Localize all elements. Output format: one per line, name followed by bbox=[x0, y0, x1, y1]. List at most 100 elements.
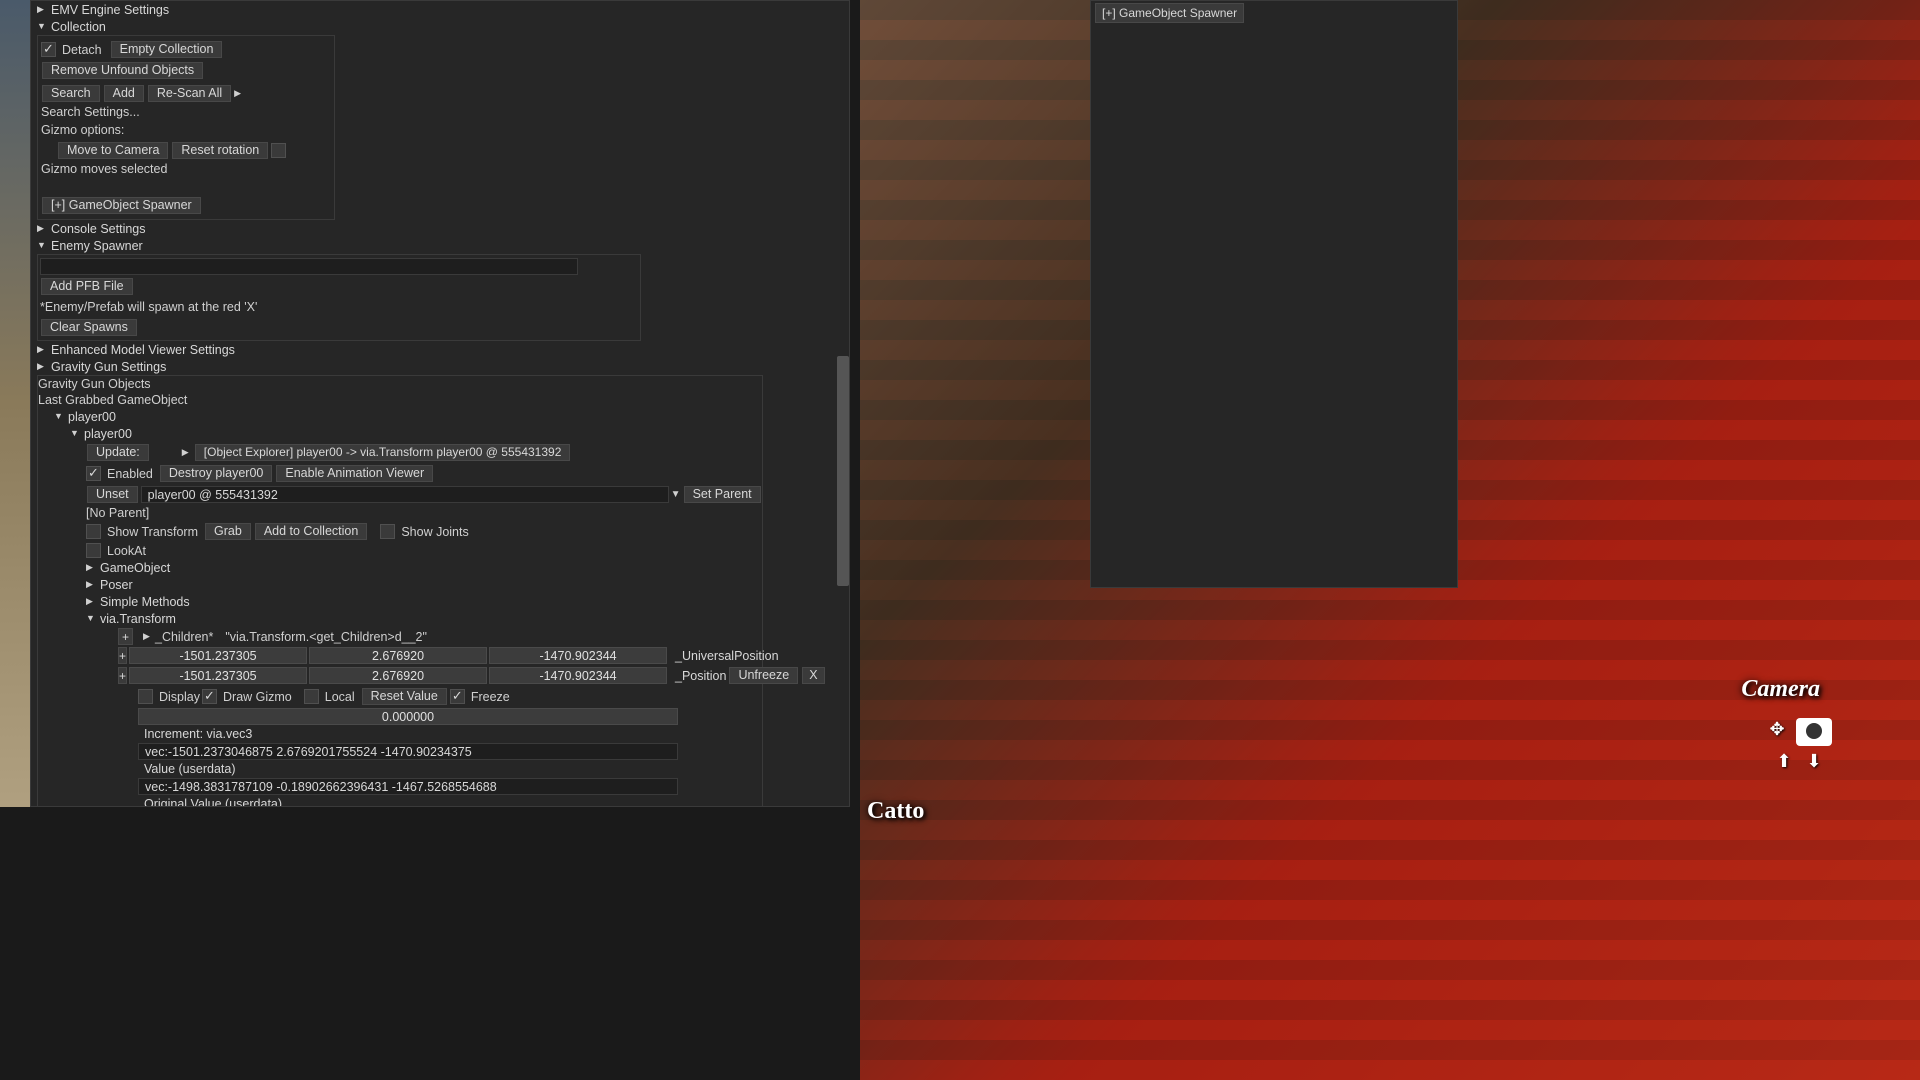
add-button[interactable]: + bbox=[118, 647, 127, 664]
remove-unfound-button[interactable]: Remove Unfound Objects bbox=[42, 62, 203, 79]
pos-y[interactable] bbox=[309, 667, 487, 684]
pfb-path-input[interactable] bbox=[40, 258, 578, 275]
collapse-icon[interactable] bbox=[37, 238, 47, 253]
expand-icon[interactable] bbox=[37, 2, 47, 17]
display-checkbox[interactable] bbox=[138, 689, 153, 704]
add-pfb-button[interactable]: Add PFB File bbox=[41, 278, 133, 295]
expand-icon[interactable] bbox=[37, 342, 47, 357]
upos-x[interactable] bbox=[129, 647, 307, 664]
move-icon[interactable]: ✥ bbox=[1766, 718, 1788, 740]
increment-value[interactable] bbox=[138, 708, 678, 725]
x-button[interactable]: X bbox=[802, 667, 824, 684]
expand-icon[interactable] bbox=[86, 560, 96, 575]
dropdown-icon[interactable]: ▼ bbox=[671, 489, 681, 500]
vec1-input[interactable] bbox=[138, 743, 678, 760]
expand-icon[interactable] bbox=[143, 631, 153, 642]
gameobject-tree[interactable]: GameObject bbox=[38, 559, 762, 576]
show-transform-label: Show Transform bbox=[107, 525, 198, 539]
console-settings-header[interactable]: Console Settings bbox=[37, 220, 843, 237]
lookat-label: LookAt bbox=[107, 544, 146, 558]
scrollbar-thumb[interactable] bbox=[837, 356, 849, 586]
upos-label: _UniversalPosition bbox=[669, 649, 779, 663]
lookat-checkbox[interactable] bbox=[86, 543, 101, 558]
gizmo-moves-checkbox[interactable] bbox=[271, 143, 286, 158]
destroy-button[interactable]: Destroy player00 bbox=[160, 465, 273, 482]
gravity-gun-header[interactable]: Gravity Gun Settings bbox=[37, 358, 843, 375]
update-button[interactable]: Update: bbox=[87, 444, 149, 461]
expand-icon[interactable] bbox=[37, 221, 47, 236]
position-row: + _Position Unfreeze X bbox=[38, 665, 762, 686]
expand-icon[interactable] bbox=[86, 577, 96, 592]
pos-label: _Position bbox=[669, 669, 726, 683]
aux-gameobject-spawner-button[interactable]: [+] GameObject Spawner bbox=[1095, 3, 1244, 23]
pos-x[interactable] bbox=[129, 667, 307, 684]
spawn-hint: *Enemy/Prefab will spawn at the red 'X' bbox=[40, 300, 257, 314]
last-grabbed-label: Last Grabbed GameObject bbox=[38, 393, 187, 407]
orig-value-label: Original Value (userdata) bbox=[138, 797, 282, 807]
enabled-checkbox[interactable] bbox=[86, 466, 101, 481]
upos-z[interactable] bbox=[489, 647, 667, 664]
add-to-collection-button[interactable]: Add to Collection bbox=[255, 523, 368, 540]
draw-gizmo-checkbox[interactable] bbox=[202, 689, 217, 704]
freeze-checkbox[interactable] bbox=[450, 689, 465, 704]
show-transform-checkbox[interactable] bbox=[86, 524, 101, 539]
expand-icon[interactable] bbox=[86, 594, 96, 609]
gameobject-spawner-button[interactable]: [+] GameObject Spawner bbox=[42, 197, 201, 214]
add-button[interactable]: Add bbox=[104, 85, 144, 102]
unset-button[interactable]: Unset bbox=[87, 486, 138, 503]
object-explorer-button[interactable]: [Object Explorer] player00 -> via.Transf… bbox=[195, 444, 571, 461]
collapse-icon[interactable] bbox=[37, 19, 47, 34]
collapse-icon[interactable] bbox=[86, 611, 96, 626]
add-button[interactable]: + bbox=[118, 628, 133, 645]
search-button[interactable]: Search bbox=[42, 85, 100, 102]
value-userdata-label: Value (userdata) bbox=[138, 762, 236, 776]
expand-icon[interactable] bbox=[37, 359, 47, 374]
enabled-label: Enabled bbox=[107, 467, 153, 481]
camera-icon[interactable] bbox=[1796, 718, 1832, 746]
enhanced-model-header[interactable]: Enhanced Model Viewer Settings bbox=[37, 341, 843, 358]
vec2-input[interactable] bbox=[138, 778, 678, 795]
set-parent-button[interactable]: Set Parent bbox=[684, 486, 761, 503]
game-viewport-sliver-left bbox=[0, 0, 30, 807]
add-button[interactable]: + bbox=[118, 667, 127, 684]
clear-spawns-button[interactable]: Clear Spawns bbox=[41, 319, 137, 336]
collapse-icon[interactable] bbox=[70, 426, 80, 441]
display-label: Display bbox=[159, 690, 200, 704]
search-settings-label[interactable]: Search Settings... bbox=[41, 105, 140, 119]
simple-methods-tree[interactable]: Simple Methods bbox=[38, 593, 762, 610]
enemy-spawner-header[interactable]: Enemy Spawner bbox=[37, 237, 843, 254]
expand-icon[interactable] bbox=[182, 447, 192, 458]
reset-rotation-button[interactable]: Reset rotation bbox=[172, 142, 268, 159]
detach-label: Detach bbox=[62, 43, 102, 57]
expand-icon[interactable] bbox=[234, 88, 244, 99]
camera-hud-label: Camera bbox=[1741, 676, 1820, 703]
collapse-icon[interactable] bbox=[54, 409, 64, 424]
rescan-button[interactable]: Re-Scan All bbox=[148, 85, 231, 102]
gizmo-options-label: Gizmo options: bbox=[41, 123, 124, 137]
move-camera-button[interactable]: Move to Camera bbox=[58, 142, 168, 159]
object-address-input[interactable] bbox=[141, 486, 669, 503]
show-joints-checkbox[interactable] bbox=[380, 524, 395, 539]
poser-tree[interactable]: Poser bbox=[38, 576, 762, 593]
emv-section-header[interactable]: EMV Engine Settings bbox=[37, 1, 843, 18]
children-value: "via.Transform.<get_Children>d__2" bbox=[225, 630, 427, 644]
inspector-panel: EMV Engine Settings Collection Detach Em… bbox=[30, 0, 850, 807]
player00-tree-2[interactable]: player00 bbox=[38, 425, 762, 442]
draw-gizmo-label: Draw Gizmo bbox=[223, 690, 292, 704]
empty-collection-button[interactable]: Empty Collection bbox=[111, 41, 223, 58]
arrow-up-icon[interactable]: ⬆ bbox=[1773, 750, 1795, 772]
pos-z[interactable] bbox=[489, 667, 667, 684]
grab-button[interactable]: Grab bbox=[205, 523, 251, 540]
player00-tree-1[interactable]: player00 bbox=[38, 408, 762, 425]
detach-checkbox[interactable] bbox=[41, 42, 56, 57]
arrow-down-icon[interactable]: ⬇ bbox=[1803, 750, 1825, 772]
gizmo-moves-label: Gizmo moves selected bbox=[41, 162, 167, 176]
upos-y[interactable] bbox=[309, 647, 487, 664]
local-checkbox[interactable] bbox=[304, 689, 319, 704]
enable-anim-viewer-button[interactable]: Enable Animation Viewer bbox=[276, 465, 433, 482]
collection-section-header[interactable]: Collection bbox=[37, 18, 843, 35]
children-label: _Children* bbox=[155, 630, 213, 644]
unfreeze-button[interactable]: Unfreeze bbox=[729, 667, 798, 684]
via-transform-tree[interactable]: via.Transform bbox=[38, 610, 762, 627]
reset-value-button[interactable]: Reset Value bbox=[362, 688, 447, 705]
